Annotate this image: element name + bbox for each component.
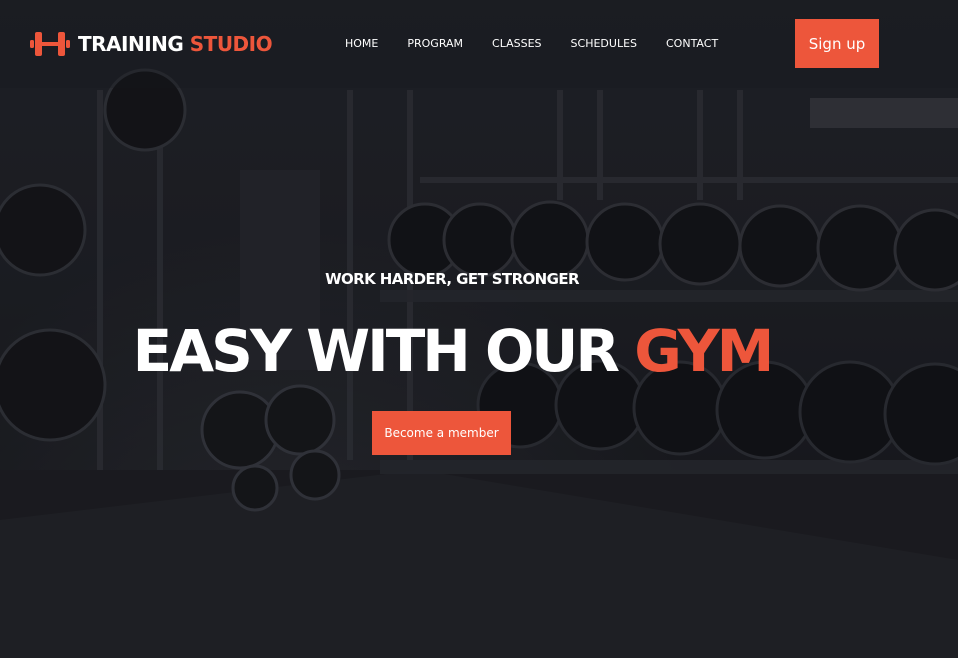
brand-name-main: TRAINING — [78, 32, 184, 56]
brand-name-accent: STUDIO — [189, 32, 273, 56]
nav-home[interactable]: HOME — [345, 36, 378, 52]
nav-contact[interactable]: CONTACT — [666, 36, 718, 52]
hero-section: TRAINING STUDIO HOME PROGRAM CLASSES SCH… — [0, 0, 958, 658]
nav-schedules[interactable]: SCHEDULES — [571, 36, 637, 52]
site-header: TRAINING STUDIO HOME PROGRAM CLASSES SCH… — [0, 0, 958, 88]
logo[interactable]: TRAINING STUDIO — [30, 30, 273, 58]
hero-kicker: WORK HARDER, GET STRONGER — [325, 270, 579, 288]
dumbbell-icon — [30, 32, 70, 56]
hero-headline: EASY WITH OUR GYM — [0, 318, 904, 384]
hero-headline-main: EASY WITH OUR — [132, 317, 620, 385]
brand-name: TRAINING STUDIO — [78, 32, 273, 56]
become-member-button[interactable]: Become a member — [372, 411, 511, 455]
signup-button[interactable]: Sign up — [795, 19, 879, 68]
nav-classes[interactable]: CLASSES — [492, 36, 541, 52]
hero-headline-accent: GYM — [634, 317, 774, 385]
nav-program[interactable]: PROGRAM — [407, 36, 463, 52]
main-nav: HOME PROGRAM CLASSES SCHEDULES CONTACT — [345, 36, 747, 52]
